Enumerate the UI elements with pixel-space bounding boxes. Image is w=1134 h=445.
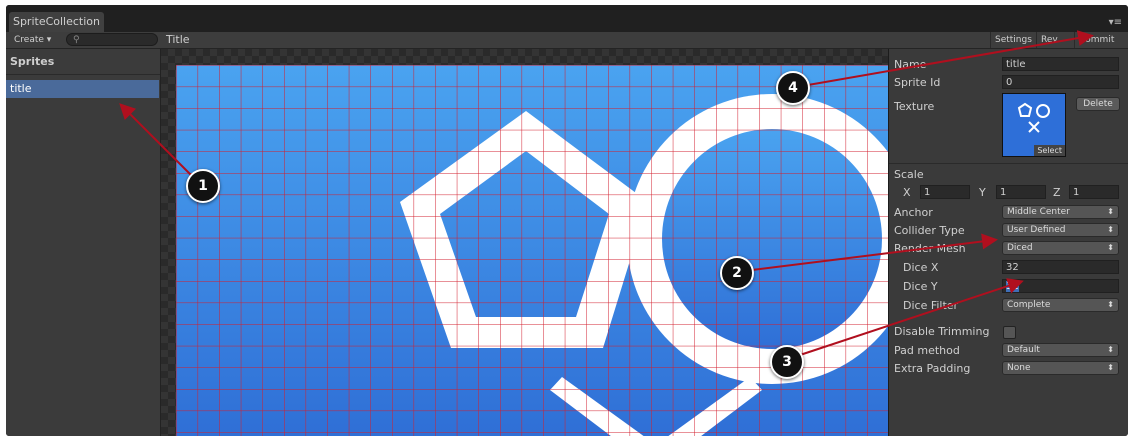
- callout-marker-4: 4: [776, 71, 810, 105]
- collider-type-label: Collider Type: [894, 224, 965, 237]
- disable-trimming-label: Disable Trimming: [894, 325, 990, 338]
- dropdown-arrow-icon: ⬍: [1107, 243, 1114, 252]
- dice-x-field[interactable]: 32: [1002, 260, 1119, 274]
- commit-button[interactable]: Commit: [1074, 32, 1128, 48]
- toolbar: Create ▾ ⚲ Title Settings Rev Commit: [6, 32, 1128, 49]
- dice-grid-overlay: [176, 65, 888, 436]
- extra-padding-label: Extra Padding: [894, 362, 971, 375]
- select-texture-button[interactable]: Select: [1034, 145, 1065, 156]
- name-label: Name: [894, 58, 927, 71]
- sprite-list-item[interactable]: title: [6, 80, 159, 98]
- dropdown-arrow-icon: ⬍: [1107, 225, 1114, 234]
- sprite-title-label: Title: [166, 33, 190, 46]
- sprite-inspector: Name title Sprite Id 0 Texture Select De…: [888, 49, 1128, 436]
- dropdown-arrow-icon: ⬍: [1107, 363, 1114, 372]
- dice-y-field[interactable]: 32: [1002, 279, 1119, 293]
- revert-button[interactable]: Rev: [1036, 32, 1062, 48]
- settings-button[interactable]: Settings: [990, 32, 1036, 48]
- render-mesh-dropdown[interactable]: Diced ⬍: [1002, 241, 1119, 255]
- scale-x-field[interactable]: 1: [920, 185, 970, 199]
- sprite-preview-canvas[interactable]: [161, 49, 888, 436]
- sprite-id-field: 0: [1002, 75, 1119, 89]
- sprites-header: Sprites: [6, 49, 160, 75]
- dice-filter-dropdown[interactable]: Complete ⬍: [1002, 298, 1119, 312]
- sprite-collection-window: SpriteCollection ▾≡ Create ▾ ⚲ Title Set…: [6, 5, 1128, 436]
- pad-method-value: Default: [1007, 345, 1040, 355]
- search-icon: ⚲: [73, 35, 80, 45]
- scale-y-label: Y: [979, 186, 986, 199]
- menu-icon[interactable]: ▾≡: [1109, 17, 1122, 28]
- scale-x-label: X: [903, 186, 911, 199]
- dropdown-arrow-icon: ⬍: [1107, 300, 1114, 309]
- scale-z-label: Z: [1053, 186, 1061, 199]
- dice-filter-value: Complete: [1007, 300, 1051, 310]
- divider: [889, 163, 1128, 164]
- dice-x-label: Dice X: [903, 261, 939, 274]
- pad-method-dropdown[interactable]: Default ⬍: [1002, 343, 1119, 357]
- callout-marker-2: 2: [720, 256, 754, 290]
- render-mesh-value: Diced: [1007, 243, 1033, 253]
- render-mesh-label: Render Mesh: [894, 242, 966, 255]
- sprite-id-label: Sprite Id: [894, 76, 941, 89]
- extra-padding-value: None: [1007, 363, 1031, 373]
- extra-padding-dropdown[interactable]: None ⬍: [1002, 361, 1119, 375]
- pad-method-label: Pad method: [894, 344, 960, 357]
- anchor-label: Anchor: [894, 206, 933, 219]
- anchor-value: Middle Center: [1007, 207, 1070, 217]
- texture-thumbnail[interactable]: Select: [1002, 93, 1066, 157]
- tab-sprite-collection[interactable]: SpriteCollection: [9, 12, 104, 32]
- dice-y-label: Dice Y: [903, 280, 938, 293]
- dice-filter-label: Dice Filter: [903, 299, 959, 312]
- texture-label: Texture: [894, 100, 935, 113]
- create-label: Create: [14, 35, 44, 45]
- dropdown-arrow-icon: ⬍: [1107, 207, 1114, 216]
- scale-label: Scale: [894, 168, 924, 181]
- scale-y-field[interactable]: 1: [996, 185, 1046, 199]
- create-dropdown[interactable]: Create ▾: [10, 33, 55, 47]
- collider-type-dropdown[interactable]: User Defined ⬍: [1002, 223, 1119, 237]
- delete-button[interactable]: Delete: [1076, 97, 1120, 111]
- dropdown-arrow-icon: ⬍: [1107, 345, 1114, 354]
- callout-marker-1: 1: [186, 169, 220, 203]
- name-field[interactable]: title: [1002, 57, 1119, 71]
- collider-type-value: User Defined: [1007, 225, 1066, 235]
- sprite-preview-image: [176, 65, 888, 436]
- callout-marker-3: 3: [770, 345, 804, 379]
- anchor-dropdown[interactable]: Middle Center ⬍: [1002, 205, 1119, 219]
- chevron-down-icon: ▾: [46, 35, 52, 45]
- disable-trimming-checkbox[interactable]: [1003, 326, 1016, 339]
- tab-bar: SpriteCollection ▾≡: [6, 5, 1128, 32]
- scale-z-field[interactable]: 1: [1069, 185, 1119, 199]
- sprites-panel: Sprites title: [6, 49, 161, 436]
- dice-y-selected-text: 32: [1006, 281, 1019, 292]
- search-input[interactable]: ⚲: [66, 33, 158, 46]
